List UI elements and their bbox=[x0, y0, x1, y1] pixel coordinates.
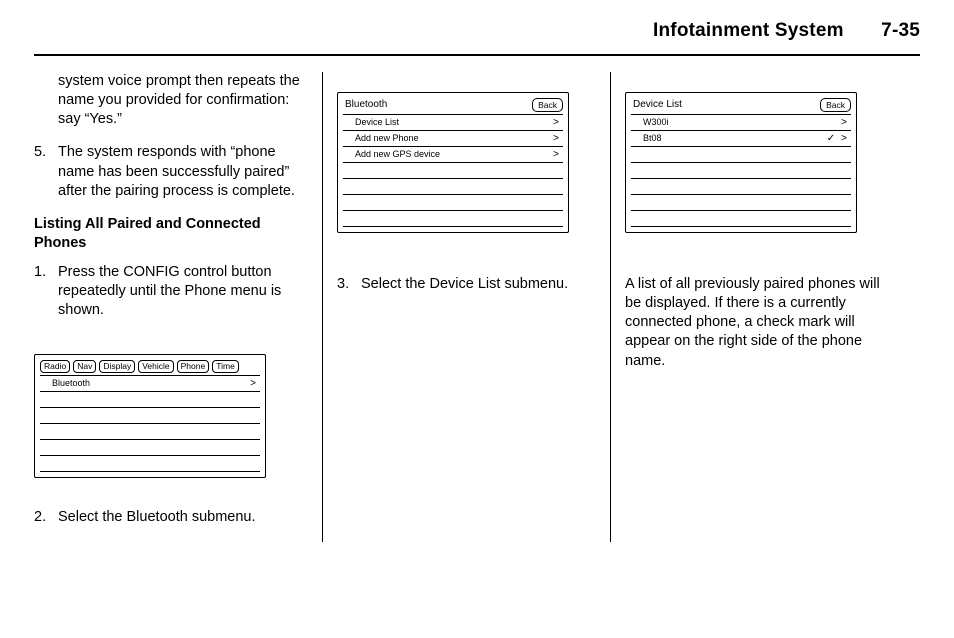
menu-item-blank bbox=[631, 210, 851, 227]
content-columns: system voice prompt then repeats the nam… bbox=[34, 72, 920, 542]
step-1: 1. Press the CONFIG control button repea… bbox=[34, 263, 312, 320]
tab-time[interactable]: Time bbox=[212, 360, 239, 373]
menu-item-blank bbox=[343, 162, 563, 179]
menu-item-blank bbox=[343, 178, 563, 195]
menu-item-label: W300i bbox=[643, 117, 669, 129]
page-number: 7-35 bbox=[881, 20, 920, 42]
menu-item-blank bbox=[40, 439, 260, 456]
menu-item-add-phone[interactable]: Add new Phone > bbox=[343, 130, 563, 147]
menu-item-label: Bluetooth bbox=[52, 378, 90, 390]
menu-item-blank bbox=[40, 407, 260, 424]
tab-row: Radio Nav Display Vehicle Phone Time bbox=[40, 360, 260, 373]
step-text: Press the CONFIG control button repeated… bbox=[58, 263, 312, 320]
back-button[interactable]: Back bbox=[532, 98, 563, 112]
chevron-right-icon: > bbox=[250, 379, 256, 389]
tab-nav[interactable]: Nav bbox=[73, 360, 96, 373]
menu-item-blank bbox=[343, 210, 563, 227]
step-3: 3. Select the Device List submenu. bbox=[337, 275, 600, 294]
screen-bluetooth-menu: Bluetooth Back Device List > Add new Pho… bbox=[337, 92, 569, 233]
back-button[interactable]: Back bbox=[820, 98, 851, 112]
menu-item-bluetooth[interactable]: Bluetooth > bbox=[40, 375, 260, 392]
step-number: 2. bbox=[34, 508, 58, 527]
menu-item-label: Device List bbox=[355, 117, 399, 129]
menu-item-label: Add new GPS device bbox=[355, 149, 440, 161]
chevron-right-icon: > bbox=[553, 134, 559, 144]
check-icon bbox=[827, 132, 835, 145]
menu-item-blank bbox=[631, 162, 851, 179]
subheading: Listing All Paired and Connected Phones bbox=[34, 215, 312, 253]
continuation-text: system voice prompt then repeats the nam… bbox=[34, 72, 312, 129]
tab-radio[interactable]: Radio bbox=[40, 360, 70, 373]
step-number: 3. bbox=[337, 275, 361, 294]
chevron-right-icon: > bbox=[553, 118, 559, 128]
chevron-right-icon: > bbox=[841, 134, 847, 144]
column-2: Bluetooth Back Device List > Add new Pho… bbox=[322, 72, 610, 542]
screen-device-list: Device List Back W300i > Bt08 > bbox=[625, 92, 857, 233]
tab-phone[interactable]: Phone bbox=[177, 360, 210, 373]
step-number: 1. bbox=[34, 263, 58, 320]
screen-titlebar: Bluetooth Back bbox=[343, 98, 563, 112]
step-number: 5. bbox=[34, 143, 58, 200]
step-text: The system responds with “phone name has… bbox=[58, 143, 312, 200]
menu-item-blank bbox=[40, 391, 260, 408]
menu-item-blank bbox=[343, 194, 563, 211]
step-5: 5. The system responds with “phone name … bbox=[34, 143, 312, 200]
manual-page: Infotainment System 7-35 system voice pr… bbox=[0, 0, 954, 638]
screen-title: Device List bbox=[631, 98, 682, 111]
menu-item-device-list[interactable]: Device List > bbox=[343, 114, 563, 131]
column-3: Device List Back W300i > Bt08 > bbox=[610, 72, 898, 542]
menu-rows: Bluetooth > bbox=[40, 375, 260, 472]
tab-display[interactable]: Display bbox=[99, 360, 135, 373]
menu-item-blank bbox=[631, 178, 851, 195]
chevron-right-icon: > bbox=[553, 150, 559, 160]
device-item-w300i[interactable]: W300i > bbox=[631, 114, 851, 131]
step-text: Select the Device List submenu. bbox=[361, 275, 600, 294]
menu-item-blank bbox=[40, 455, 260, 472]
page-header: Infotainment System 7-35 bbox=[34, 20, 920, 56]
menu-item-label: Bt08 bbox=[643, 133, 662, 145]
screen-titlebar: Device List Back bbox=[631, 98, 851, 112]
menu-rows: Device List > Add new Phone > Add new GP… bbox=[343, 114, 563, 227]
screen-phone-menu: Radio Nav Display Vehicle Phone Time Blu… bbox=[34, 354, 266, 478]
menu-item-blank bbox=[631, 194, 851, 211]
screen-title: Bluetooth bbox=[343, 98, 387, 111]
menu-rows: W300i > Bt08 > bbox=[631, 114, 851, 227]
step-2: 2. Select the Bluetooth submenu. bbox=[34, 508, 312, 527]
header-title: Infotainment System bbox=[653, 20, 844, 42]
explanation-text: A list of all previously paired phones w… bbox=[625, 275, 888, 371]
menu-item-add-gps[interactable]: Add new GPS device > bbox=[343, 146, 563, 163]
device-item-bt08[interactable]: Bt08 > bbox=[631, 130, 851, 147]
chevron-right-icon: > bbox=[841, 118, 847, 128]
tab-vehicle[interactable]: Vehicle bbox=[138, 360, 173, 373]
step-text: Select the Bluetooth submenu. bbox=[58, 508, 312, 527]
column-1: system voice prompt then repeats the nam… bbox=[34, 72, 322, 542]
menu-item-blank bbox=[40, 423, 260, 440]
menu-item-label: Add new Phone bbox=[355, 133, 419, 145]
menu-item-blank bbox=[631, 146, 851, 163]
